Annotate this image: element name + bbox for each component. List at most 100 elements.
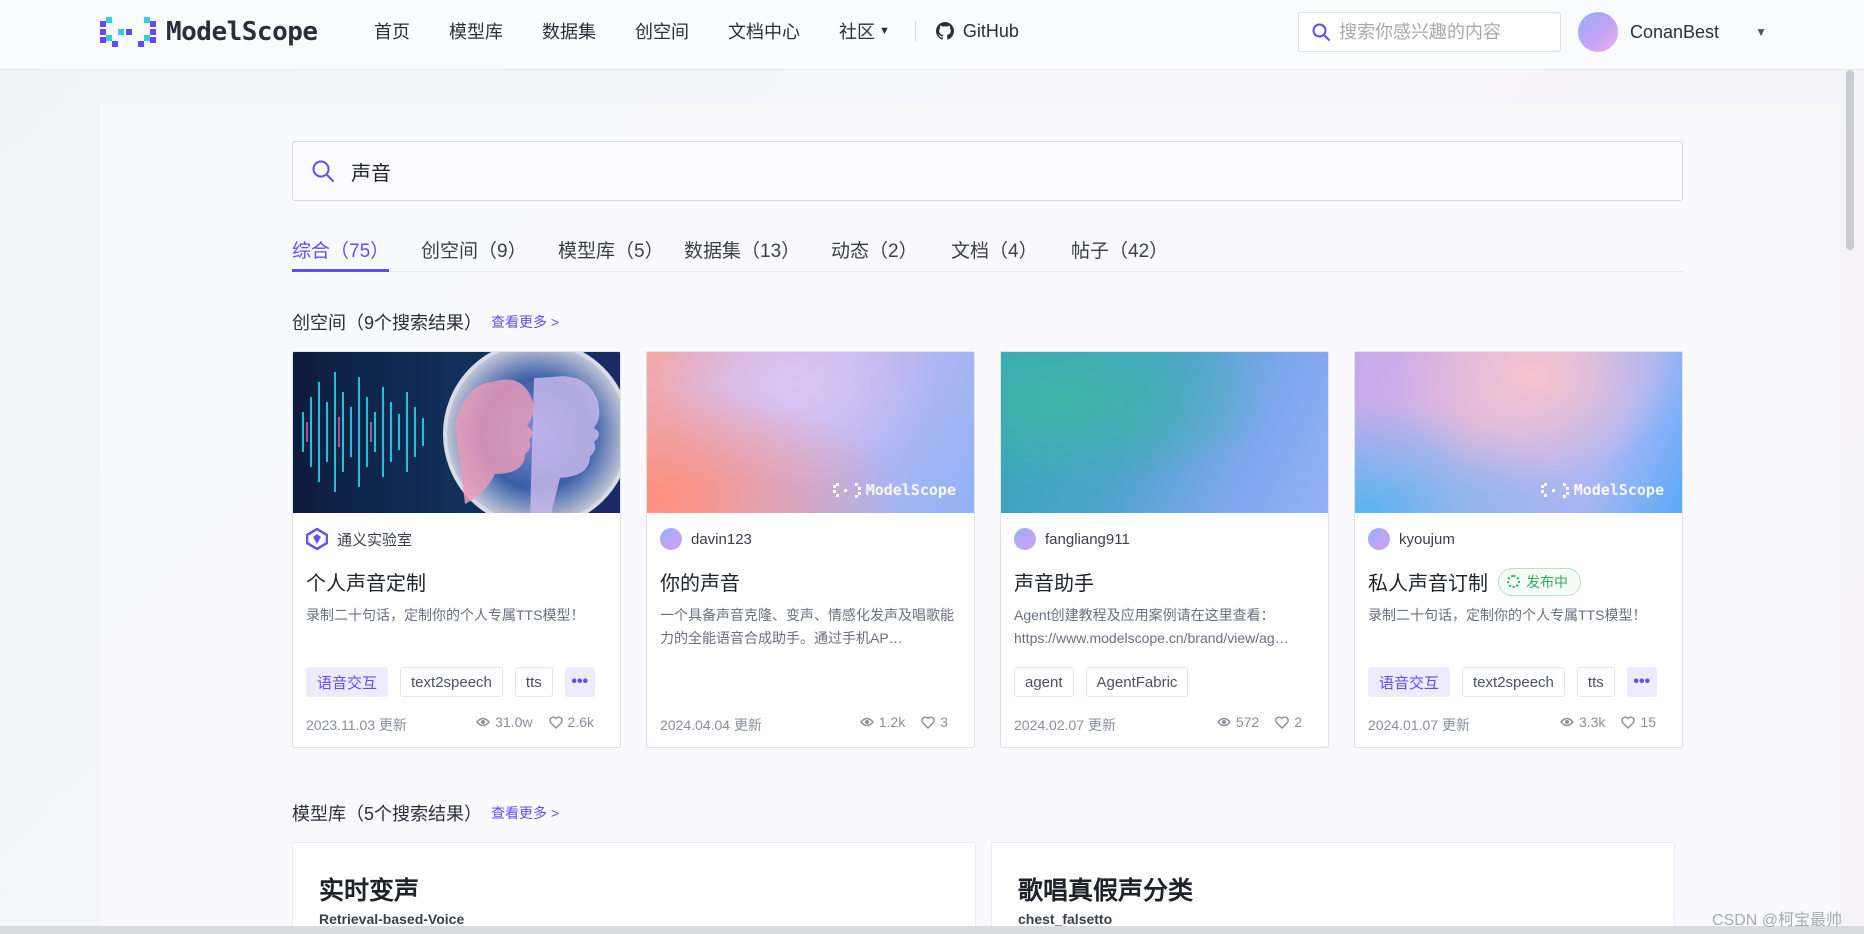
brand-name: ModelScope (166, 17, 318, 47)
tab-activity[interactable]: 动态（2） (831, 236, 918, 272)
tab-models[interactable]: 模型库（5） (558, 236, 664, 272)
card-updated-date: 2023.11.03 更新 (306, 717, 407, 733)
page-scrollbar[interactable] (1846, 70, 1854, 250)
card-title[interactable]: 声音助手 (1014, 567, 1094, 596)
models-section-title: 模型库（5个搜索结果） (292, 804, 483, 824)
modelscope-logo-icon (1540, 482, 1569, 498)
nav-datasets[interactable]: 数据集 (542, 18, 596, 44)
studio-card[interactable]: ModelScope davin123 你的声音 一个具备声音克隆、变声、情感化… (646, 351, 975, 748)
tag[interactable]: text2speech (1462, 667, 1565, 697)
views-stat: 1.2k (859, 714, 906, 730)
studios-see-more-link[interactable]: 查看更多 > (491, 312, 559, 332)
card-cover-image (1001, 352, 1328, 513)
views-stat: 31.0w (476, 714, 533, 730)
card-stats: 572 2 (1201, 714, 1302, 730)
nav-home[interactable]: 首页 (374, 18, 410, 44)
eye-icon (476, 717, 491, 727)
avatar[interactable] (1578, 12, 1618, 52)
owner-name: 通义实验室 (337, 531, 413, 549)
tag[interactable]: tts (1576, 667, 1615, 697)
card-description: 录制二十句话，定制你的个人专属TTS模型！ (1368, 607, 1647, 623)
tag[interactable]: text2speech (400, 667, 503, 697)
user-name[interactable]: ConanBest (1630, 22, 1719, 43)
card-description: Agent创建教程及应用案例请在这里查看：https://www.modelsc… (1014, 607, 1289, 646)
modelscope-logo-icon (832, 482, 861, 498)
eye-icon (1560, 717, 1574, 727)
modelscope-logo[interactable]: ModelScope (100, 14, 318, 50)
tag[interactable]: 语音交互 (1368, 667, 1451, 697)
tag[interactable]: AgentFabric (1085, 667, 1189, 697)
card-cover-image: ModelScope (647, 352, 974, 513)
tab-docs[interactable]: 文档（4） (951, 236, 1038, 272)
cover-watermark: ModelScope (1540, 481, 1664, 499)
nav-studios[interactable]: 创空间 (635, 18, 689, 44)
likes-stat[interactable]: 2.6k (548, 714, 594, 730)
card-description: 一个具备声音克隆、变声、情感化发声及唱歌能力的全能语音合成助手。通过手机AP… (660, 607, 954, 646)
card-tags: 语音交互 text2speech tts ••• (306, 667, 607, 697)
main-search[interactable] (292, 141, 1683, 201)
card-stats: 3.3k 15 (1544, 714, 1656, 730)
likes-count: 2 (1294, 714, 1302, 730)
caret-down-icon[interactable]: ▼ (1755, 25, 1767, 39)
card-owner[interactable]: 通义实验室 (306, 528, 412, 550)
card-description: 录制二十句话，定制你的个人专属TTS模型！ (306, 607, 585, 623)
cover-watermark: ModelScope (832, 481, 956, 499)
more-tags-icon[interactable]: ••• (564, 667, 595, 697)
tag[interactable]: tts (514, 667, 553, 697)
nav-community[interactable]: 社区 ▼ (839, 18, 890, 44)
bottom-strip (0, 926, 1864, 934)
card-title[interactable]: 个人声音定制 (306, 567, 426, 596)
nav-docs[interactable]: 文档中心 (728, 18, 800, 44)
tab-studios[interactable]: 创空间（9） (421, 236, 527, 272)
heart-icon (921, 715, 935, 729)
github-icon (935, 22, 954, 40)
tag[interactable]: 语音交互 (306, 667, 389, 697)
search-icon (1312, 23, 1330, 41)
search-icon (312, 160, 334, 182)
more-tags-icon[interactable]: ••• (1626, 667, 1657, 697)
card-updated-date: 2024.04.04 更新 (660, 717, 762, 733)
card-owner[interactable]: kyoujum (1368, 528, 1455, 550)
card-title[interactable]: 私人声音订制 发布中 (1368, 567, 1581, 596)
views-count: 31.0w (495, 714, 533, 730)
main-search-input[interactable] (351, 159, 1551, 183)
model-title: 歌唱真假声分类 (1018, 877, 1194, 905)
card-title[interactable]: 你的声音 (660, 567, 740, 596)
cover-watermark-text: ModelScope (1573, 481, 1664, 499)
nav-github-label: GitHub (962, 20, 1019, 41)
models-see-more-link[interactable]: 查看更多 > (491, 803, 559, 823)
heart-icon (1621, 715, 1636, 729)
header-search[interactable] (1298, 12, 1561, 52)
likes-stat[interactable]: 3 (921, 714, 948, 730)
loading-icon (1507, 575, 1520, 588)
views-count: 572 (1235, 714, 1260, 730)
card-title-text: 声音助手 (1014, 573, 1094, 595)
model-card[interactable]: 实时变声 Retrieval-based-Voice (292, 842, 976, 934)
modelscope-logo-icon (100, 17, 156, 47)
likes-count: 3 (940, 714, 948, 730)
studio-card[interactable]: 通义实验室 个人声音定制 录制二十句话，定制你的个人专属TTS模型！ 语音交互 … (292, 351, 621, 748)
tab-datasets[interactable]: 数据集（13） (684, 236, 800, 272)
views-count: 1.2k (878, 714, 906, 730)
cover-watermark-text: ModelScope (865, 481, 956, 499)
card-tags: 语音交互 text2speech tts ••• (1368, 667, 1669, 697)
card-stats: 31.0w 2.6k (460, 714, 594, 730)
tag[interactable]: agent (1014, 667, 1074, 697)
avatar (1014, 528, 1036, 550)
card-owner[interactable]: davin123 (660, 528, 752, 550)
nav-models[interactable]: 模型库 (449, 18, 503, 44)
nav-github[interactable]: GitHub (935, 20, 1019, 42)
tab-all[interactable]: 综合（75） (292, 236, 390, 272)
model-card[interactable]: 歌唱真假声分类 chest_falsetto (991, 842, 1675, 934)
card-owner[interactable]: fangliang911 (1014, 528, 1130, 550)
user-menu[interactable]: ConanBest ▼ (1578, 12, 1767, 52)
likes-stat[interactable]: 2 (1275, 714, 1302, 730)
model-title: 实时变声 (319, 877, 420, 905)
studio-card[interactable]: fangliang911 声音助手 Agent创建教程及应用案例请在这里查看：h… (1000, 351, 1329, 748)
studio-card[interactable]: ModelScope kyoujum 私人声音订制 发布中 录制二十句话，定制你… (1354, 351, 1683, 748)
views-count: 3.3k (1578, 714, 1606, 730)
avatar (660, 528, 682, 550)
header-search-input[interactable] (1339, 21, 1539, 43)
likes-stat[interactable]: 15 (1621, 714, 1656, 730)
tab-posts[interactable]: 帖子（42） (1071, 236, 1168, 272)
